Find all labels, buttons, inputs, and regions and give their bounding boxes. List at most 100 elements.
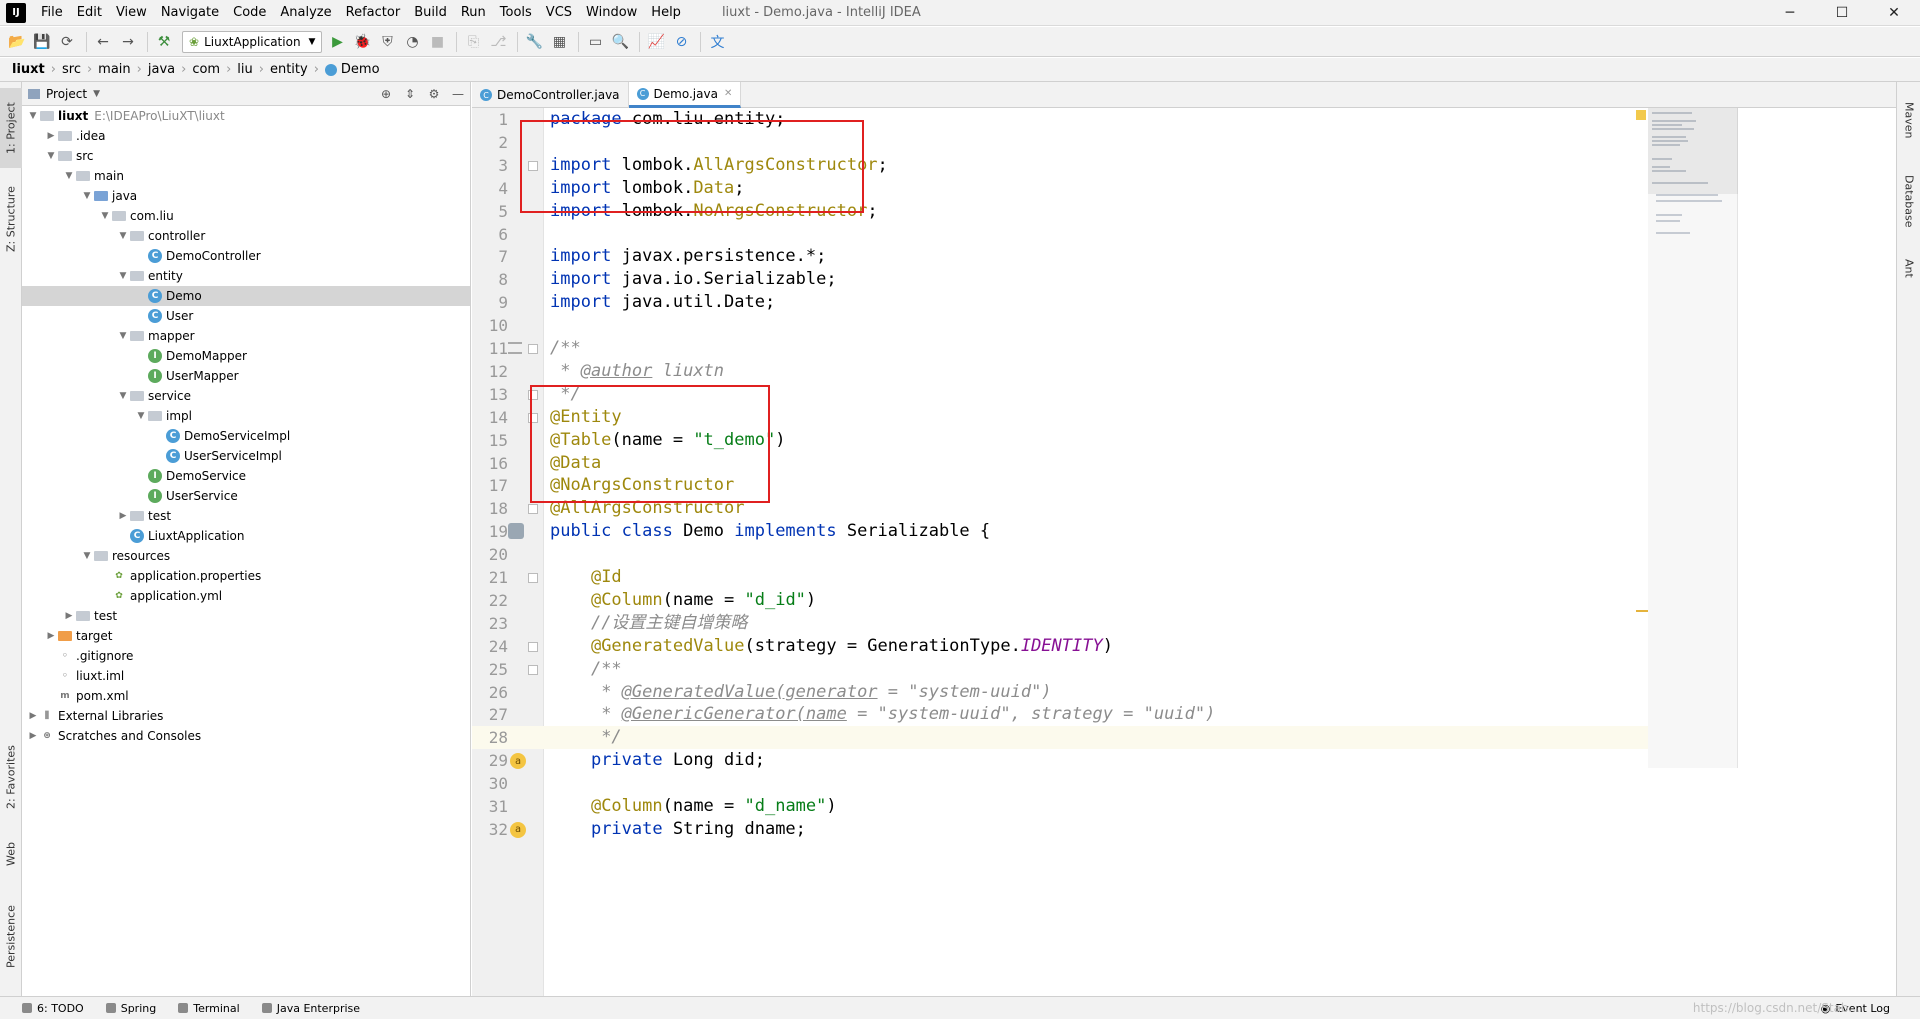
chevron-right-icon[interactable]: ▶ [44, 131, 58, 141]
menu-item-refactor[interactable]: Refactor [339, 0, 408, 26]
tree-node[interactable]: ◦ .gitignore [22, 646, 470, 666]
tab-favorites[interactable]: 2: Favorites [0, 732, 22, 822]
locate-icon[interactable]: ⊕ [374, 87, 398, 101]
gear-icon[interactable]: ⚙ [422, 87, 446, 101]
tree-node[interactable]: ◦ liuxt.iml [22, 666, 470, 686]
tree-node[interactable]: ▼ main [22, 166, 470, 186]
chevron-down-icon[interactable]: ▼ [116, 231, 130, 241]
code-editor[interactable]: 1 package com.liu.entity; 2 3 import lombok.… [472, 108, 1648, 996]
menu-item-code[interactable]: Code [226, 0, 273, 26]
tree-node[interactable]: ▼ com.liu [22, 206, 470, 226]
sync-icon[interactable]: ⟳ [56, 31, 78, 53]
error-stripe-mark[interactable] [1636, 610, 1648, 612]
menu-item-file[interactable]: File [34, 0, 70, 26]
tree-node[interactable]: ▼ resources [22, 546, 470, 566]
chevron-right-icon[interactable]: ▶ [62, 611, 76, 621]
chevron-right-icon[interactable]: ▶ [26, 711, 40, 721]
menu-item-analyze[interactable]: Analyze [273, 0, 338, 26]
tree-node[interactable]: C User [22, 306, 470, 326]
breadcrumb-item[interactable]: liu [237, 62, 252, 77]
translate-icon[interactable]: 文 [706, 31, 728, 53]
chevron-down-icon[interactable]: ▼ [93, 89, 100, 99]
close-tab-icon[interactable]: ✕ [724, 88, 732, 99]
tree-node[interactable]: ▼ liuxt E:\IDEAPro\LiuXT\liuxt [22, 106, 470, 126]
chevron-down-icon[interactable]: ▼ [116, 391, 130, 401]
coverage-icon[interactable]: ⛨ [376, 31, 398, 53]
tab-database[interactable]: Database [1897, 162, 1920, 240]
chevron-down-icon[interactable]: ▼ [98, 211, 112, 221]
run-configuration-select[interactable]: ❀ LiuxtApplication ▼ [182, 30, 323, 53]
breadcrumb-item[interactable]: Demo [341, 62, 380, 77]
search-icon[interactable]: 🔍 [609, 31, 631, 53]
status-tab-spring[interactable]: Spring [105, 1002, 156, 1015]
tree-node[interactable]: I DemoMapper [22, 346, 470, 366]
maximize-button[interactable]: ☐ [1816, 0, 1868, 26]
lombok-getter-icon[interactable]: a [510, 753, 526, 770]
tree-node[interactable]: ✿ application.properties [22, 566, 470, 586]
minimap-viewport[interactable] [1648, 108, 1738, 194]
profile-icon[interactable]: ◔ [401, 31, 423, 53]
tree-node[interactable]: C Demo [22, 286, 470, 306]
chart-icon[interactable]: 📈 [645, 31, 667, 53]
fold-marker-icon[interactable] [528, 573, 538, 583]
tab-project[interactable]: 1: Project [0, 88, 22, 168]
run-icon[interactable]: ▶ [326, 31, 348, 53]
tab-web[interactable]: Web [0, 830, 22, 878]
fold-marker-icon[interactable] [528, 504, 538, 515]
chevron-down-icon[interactable]: ▼ [80, 551, 94, 561]
menu-item-run[interactable]: Run [454, 0, 493, 26]
minimize-button[interactable]: ─ [1764, 0, 1816, 26]
menu-item-view[interactable]: View [109, 0, 154, 26]
tree-node[interactable]: C UserServiceImpl [22, 446, 470, 466]
forward-arrow-icon[interactable]: → [117, 31, 139, 53]
fold-marker-icon[interactable] [528, 344, 538, 354]
chevron-right-icon[interactable]: ▶ [116, 511, 130, 521]
project-view-select[interactable]: Project [46, 87, 87, 101]
chevron-down-icon[interactable]: ▼ [116, 271, 130, 281]
tree-node[interactable]: C DemoServiceImpl [22, 426, 470, 446]
menu-item-window[interactable]: Window [579, 0, 644, 26]
breadcrumb-item[interactable]: com [192, 62, 220, 77]
breadcrumb-item[interactable]: java [148, 62, 175, 77]
collapse-all-icon[interactable]: ⇕ [398, 87, 422, 101]
save-icon[interactable]: 💾 [31, 31, 53, 53]
open-folder-icon[interactable]: 📂 [6, 31, 28, 53]
status-tab-java-enterprise[interactable]: Java Enterprise [261, 1002, 360, 1015]
tree-node[interactable]: ▼ java [22, 186, 470, 206]
tree-node[interactable]: ▼ src [22, 146, 470, 166]
hide-icon[interactable]: — [446, 87, 470, 101]
tab-ant[interactable]: Ant [1897, 248, 1920, 288]
database-entity-icon[interactable] [508, 523, 524, 540]
chevron-down-icon[interactable]: ▼ [134, 411, 148, 421]
tree-node[interactable]: ▼ entity [22, 266, 470, 286]
javadoc-render-icon[interactable] [508, 342, 522, 354]
debug-icon[interactable]: 🐞 [351, 31, 373, 53]
tree-node[interactable]: ▶ ⫼ External Libraries [22, 706, 470, 726]
tree-node[interactable]: ▶ ⊛ Scratches and Consoles [22, 726, 470, 746]
power-save-icon[interactable]: ⊘ [670, 31, 692, 53]
error-stripe-warning[interactable] [1636, 110, 1646, 120]
tab-structure[interactable]: Z: Structure [0, 174, 22, 264]
editor-tab[interactable]: C DemoController.java [472, 82, 629, 108]
tree-node[interactable]: C DemoController [22, 246, 470, 266]
tree-node[interactable]: ▶ test [22, 606, 470, 626]
tree-node[interactable]: I DemoService [22, 466, 470, 486]
build-hammer-icon[interactable]: ⚒ [153, 31, 175, 53]
menu-item-build[interactable]: Build [407, 0, 454, 26]
menu-item-edit[interactable]: Edit [70, 0, 109, 26]
tree-node[interactable]: ▶ .idea [22, 126, 470, 146]
chevron-down-icon[interactable]: ▼ [62, 171, 76, 181]
git-commit-icon[interactable]: ⎇ [487, 31, 509, 53]
tree-node[interactable]: ▶ test [22, 506, 470, 526]
tree-node[interactable]: ▼ impl [22, 406, 470, 426]
chevron-right-icon[interactable]: ▶ [26, 731, 40, 741]
chevron-down-icon[interactable]: ▼ [116, 331, 130, 341]
tree-node[interactable]: ▶ target [22, 626, 470, 646]
terminal-icon[interactable]: ▭ [584, 31, 606, 53]
breadcrumb-item[interactable]: main [98, 62, 130, 77]
tab-maven[interactable]: Maven [1897, 88, 1920, 152]
back-arrow-icon[interactable]: ← [92, 31, 114, 53]
settings-wrench-icon[interactable]: 🔧 [523, 31, 545, 53]
tree-node[interactable]: ▼ controller [22, 226, 470, 246]
breadcrumb-item[interactable]: liuxt [12, 62, 45, 77]
